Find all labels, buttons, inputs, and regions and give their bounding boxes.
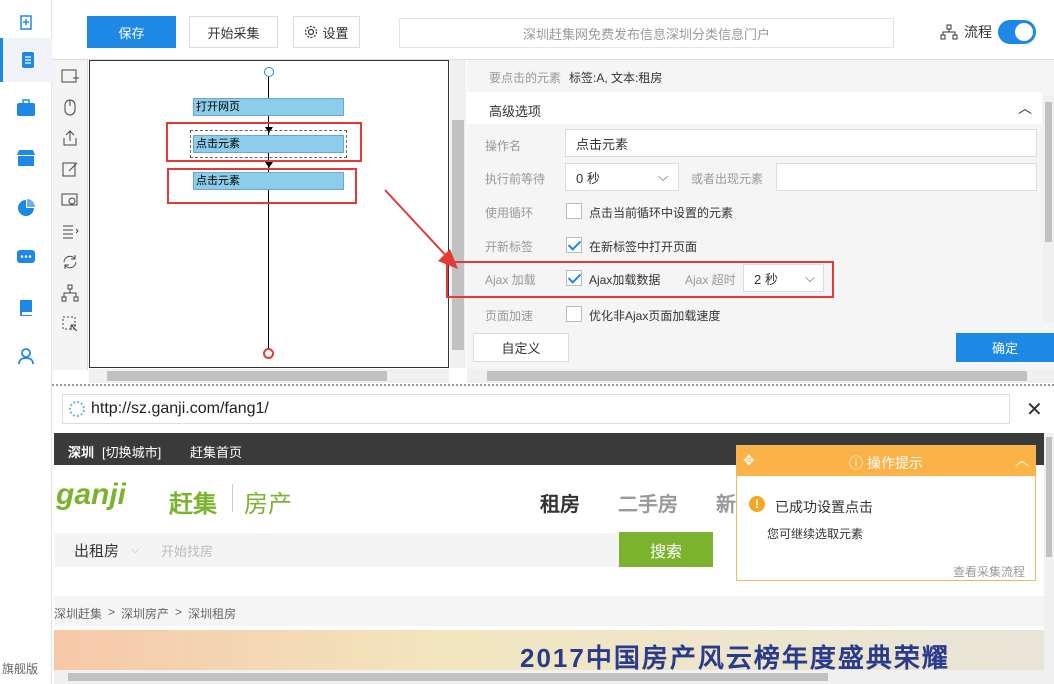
- chevron-down-icon: ⌵: [131, 543, 140, 556]
- popup-message: 已成功设置点击: [775, 499, 873, 515]
- loading-spinner-icon: [69, 401, 85, 417]
- task-doc-icon[interactable]: [0, 38, 52, 82]
- switch-city-link[interactable]: [切换城市]: [102, 442, 161, 461]
- flow-toggle[interactable]: [998, 20, 1036, 44]
- highlight-box-1: [166, 122, 362, 162]
- search-button[interactable]: 搜索: [619, 532, 713, 567]
- op-name-input[interactable]: 点击元素: [565, 129, 1037, 157]
- start-collect-button[interactable]: 开始采集: [189, 16, 278, 48]
- page-title-bar: 深圳赶集网免费发布信息深圳分类信息门户: [399, 18, 894, 48]
- flow-toggle-label: 流程: [940, 22, 992, 42]
- wait-label: 执行前等待: [485, 172, 546, 186]
- speed-checkbox[interactable]: [566, 306, 582, 322]
- tip-popup: ✥ ⓘ 操作提示 ︿ ! 已成功设置点击 您可继续选取元素 查看采集流程: [736, 445, 1036, 581]
- flow-end-icon: [263, 348, 274, 359]
- home-link[interactable]: 赶集首页: [190, 442, 242, 461]
- loop-checkbox[interactable]: [566, 203, 582, 219]
- newtab-checkbox[interactable]: [566, 237, 582, 253]
- view-flow-link[interactable]: 查看采集流程: [953, 563, 1025, 580]
- popup-header[interactable]: ✥ ⓘ 操作提示 ︿: [737, 446, 1035, 476]
- breadcrumb-item[interactable]: 深圳赶集: [54, 605, 102, 622]
- store-icon[interactable]: [0, 136, 52, 180]
- city-name: 深圳: [68, 445, 95, 460]
- flow-node-open-page[interactable]: 打开网页: [193, 98, 344, 116]
- target-value: 标签:A, 文本:租房: [569, 71, 663, 85]
- pie-chart-icon[interactable]: [0, 186, 52, 230]
- speed-label: 页面加速: [485, 309, 534, 323]
- tool-column: [52, 60, 88, 370]
- gear-icon: [305, 25, 318, 39]
- loop-label: 使用循环: [485, 206, 534, 220]
- breadcrumb-item[interactable]: 深圳租房: [188, 605, 236, 622]
- nav-new[interactable]: 新: [716, 488, 736, 517]
- list-icon[interactable]: [60, 221, 80, 241]
- wait-select[interactable]: 0 秒 ⌵: [565, 163, 679, 191]
- save-button[interactable]: 保存: [87, 16, 176, 48]
- op-name-label: 操作名: [485, 139, 522, 153]
- warning-icon: !: [749, 496, 765, 512]
- highlight-box-2: [167, 168, 357, 204]
- briefcase-icon[interactable]: [0, 86, 52, 130]
- left-sidebar: 旗舰版: [0, 0, 52, 684]
- export-icon[interactable]: [60, 128, 80, 148]
- panel-vscrollbar[interactable]: [1043, 96, 1054, 322]
- address-bar[interactable]: http://sz.ganji.com/fang1/: [62, 394, 1010, 424]
- flow-label: 流程: [964, 24, 992, 40]
- user-icon[interactable]: [0, 334, 52, 378]
- custom-button[interactable]: 自定义: [473, 333, 569, 362]
- section-title: 房产: [244, 491, 292, 518]
- settings-button[interactable]: 设置: [293, 16, 360, 48]
- banner-text: 2017中国房产风云榜年度盛典荣耀: [520, 643, 950, 670]
- edition-label: 旗舰版: [2, 662, 39, 676]
- loop-icon[interactable]: [60, 252, 80, 272]
- chevron-down-icon: ⌵: [658, 169, 668, 184]
- ganji-logo-cn: 赶集: [169, 491, 217, 518]
- ok-button[interactable]: 确定: [956, 333, 1054, 362]
- site-hscrollbar[interactable]: [54, 670, 1054, 684]
- branch-icon[interactable]: [60, 283, 80, 303]
- newtab-check-label: 在新标签中打开页面: [589, 240, 698, 254]
- loop-check-label: 点击当前循环中设置的元素: [589, 206, 734, 220]
- canvas-hscrollbar[interactable]: [89, 369, 449, 383]
- ganji-logo: ganji: [56, 478, 127, 511]
- appear-element-input[interactable]: [776, 163, 1037, 191]
- speed-check-label: 优化非Ajax页面加载速度: [589, 309, 721, 323]
- options-panel: 要点击的元素 标签:A, 文本:租房 高级选项 ︿ 操作名 点击元素 执行前等待…: [467, 60, 1054, 370]
- add-step-icon[interactable]: [60, 66, 80, 86]
- info-icon: ⓘ: [849, 455, 863, 471]
- or-appear-label: 或者出现元素: [691, 172, 764, 186]
- flow-start-icon: [264, 67, 274, 77]
- advanced-header[interactable]: 高级选项 ︿: [467, 92, 1042, 124]
- newtab-label: 开新标签: [485, 240, 534, 254]
- breadcrumb: 深圳赶集 > 深圳房产 > 深圳租房: [54, 605, 237, 622]
- highlight-box-ajax: [446, 261, 834, 298]
- chevron-up-icon[interactable]: ︿: [1018, 98, 1032, 118]
- panel-hscrollbar[interactable]: [467, 369, 1054, 383]
- address-url: http://sz.ganji.com/fang1/: [91, 400, 269, 417]
- popup-sub: 您可继续选取元素: [767, 527, 864, 541]
- close-icon[interactable]: ✕: [1026, 397, 1043, 422]
- edit-icon[interactable]: [60, 159, 80, 179]
- nav-secondhand[interactable]: 二手房: [618, 488, 678, 517]
- settings-label: 设置: [322, 25, 349, 41]
- move-icon[interactable]: ✥: [743, 452, 755, 469]
- advanced-label: 高级选项: [489, 104, 542, 119]
- breadcrumb-item[interactable]: 深圳房产: [121, 605, 169, 622]
- search-type-value: 出租房: [74, 542, 120, 560]
- mouse-click-icon[interactable]: [60, 97, 80, 117]
- flow-tree-icon: [940, 24, 958, 40]
- book-icon[interactable]: [0, 286, 52, 330]
- wait-value: 0 秒: [576, 170, 600, 186]
- select-area-icon[interactable]: [60, 314, 80, 334]
- message-icon[interactable]: [0, 236, 52, 280]
- nav-rent[interactable]: 租房: [540, 488, 580, 517]
- search-input[interactable]: 开始找房: [151, 533, 619, 567]
- captcha-icon[interactable]: [60, 190, 80, 210]
- popup-title: 操作提示: [867, 455, 923, 471]
- target-label: 要点击的元素: [489, 71, 562, 85]
- collapse-icon[interactable]: ︿: [1015, 450, 1029, 470]
- site-vscrollbar[interactable]: [1044, 433, 1054, 670]
- search-type-select[interactable]: 出租房 ⌵: [54, 533, 151, 567]
- promo-banner[interactable]: 2017中国房产风云榜年度盛典荣耀: [54, 630, 1044, 670]
